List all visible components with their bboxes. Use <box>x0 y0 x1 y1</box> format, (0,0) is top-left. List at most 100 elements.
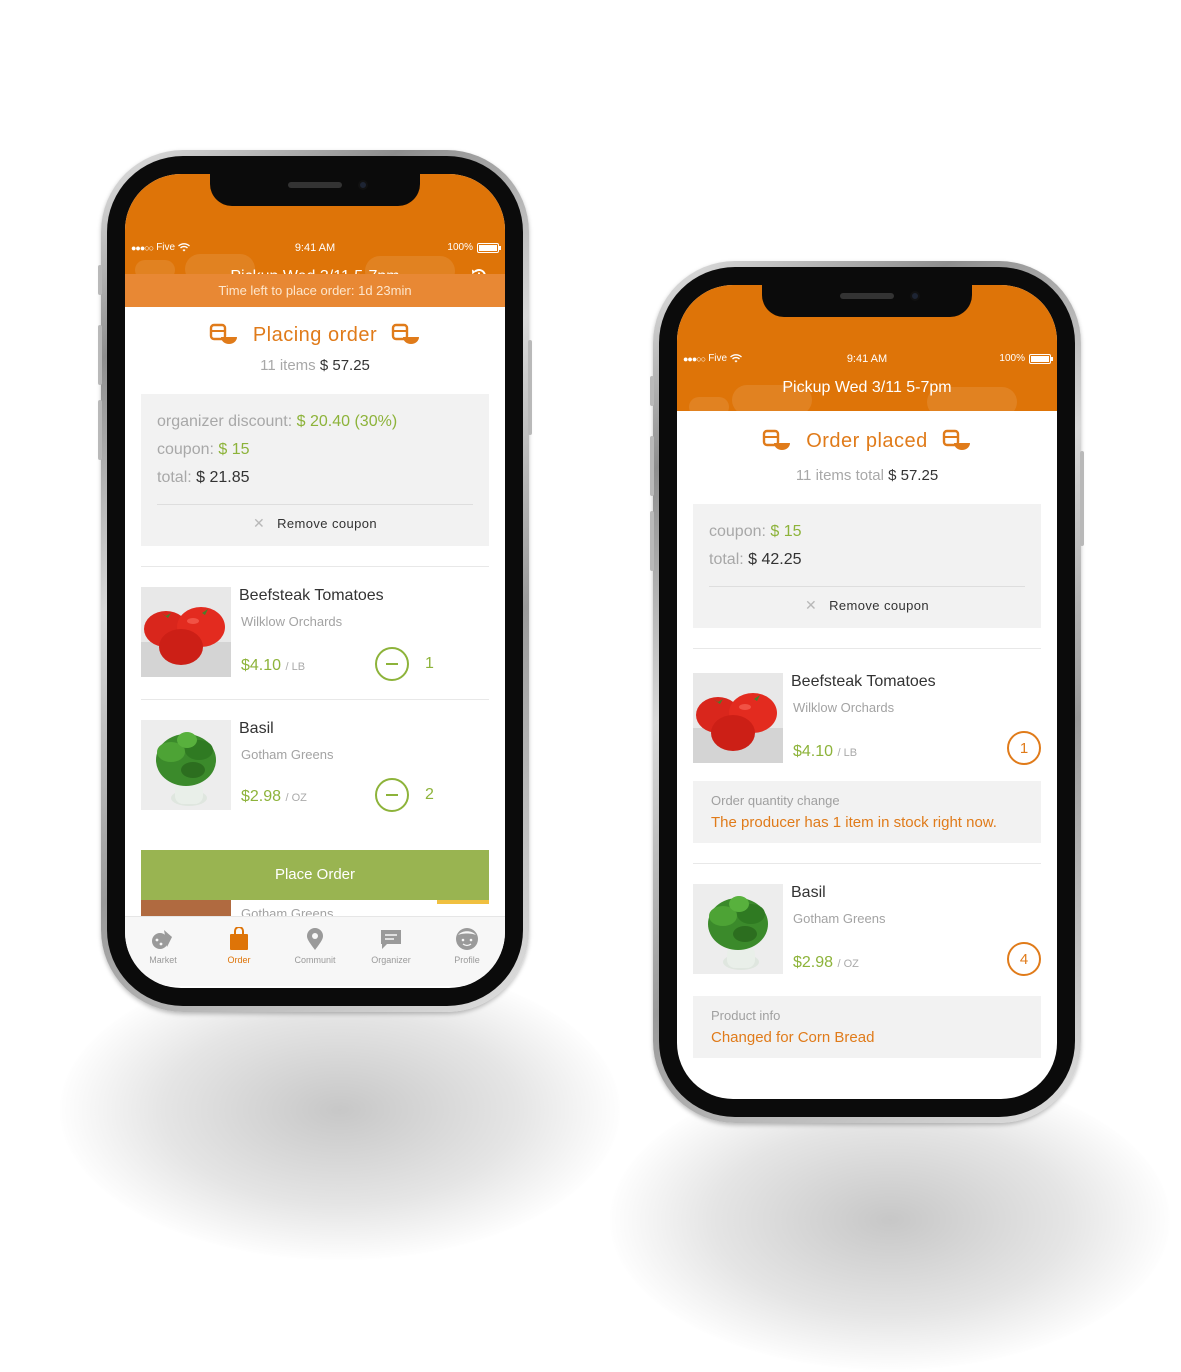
order-status-title: Order placed <box>806 429 928 452</box>
tab-bar: Market Order Communit Organizer Profile <box>125 916 505 986</box>
quantity-badge: 4 <box>1007 942 1041 976</box>
volume-down-button <box>98 400 102 460</box>
item-producer: Wilklow Orchards <box>793 700 895 715</box>
items-count: 11 items <box>260 357 316 374</box>
remove-coupon-button[interactable]: ✕ Remove coupon <box>709 597 1025 614</box>
bag-icon <box>230 927 248 950</box>
basil-image <box>693 884 783 974</box>
power-button <box>1080 451 1084 546</box>
notch <box>762 285 972 317</box>
order-summary: Placing order 11 items $ 57.25 <box>125 307 505 374</box>
item-unit: / OZ <box>837 958 859 970</box>
item-producer: Wilklow Orchards <box>241 614 343 629</box>
order-amount: $ 57.25 <box>319 357 370 374</box>
order-amount: $ 57.25 <box>888 467 939 484</box>
quantity-badge: 1 <box>1007 731 1041 765</box>
notice-text: Changed for Corn Bread <box>711 1029 875 1046</box>
order-summary: Order placed 11 items total $ 57.25 <box>677 411 1057 484</box>
item-unit: / LB <box>285 661 306 673</box>
tab-profile[interactable]: Profile <box>429 917 505 986</box>
close-icon: ✕ <box>252 515 266 531</box>
minus-icon <box>386 663 398 665</box>
item-price: $4.10 <box>241 657 282 674</box>
bowls-icon <box>762 429 791 450</box>
battery-status: 100% <box>447 242 501 253</box>
list-item: Basil Gotham Greens $2.98 / OZ 4 <box>693 864 1041 996</box>
item-unit: / OZ <box>285 792 307 804</box>
battery-percent: 100% <box>999 353 1025 364</box>
decrease-quantity-button[interactable] <box>375 647 409 681</box>
remove-coupon-label: Remove coupon <box>277 516 377 531</box>
tab-market[interactable]: Market <box>125 917 201 986</box>
volume-up-button <box>650 436 654 496</box>
list-item: Beefsteak Tomatoes Wilklow Orchards $4.1… <box>141 567 489 699</box>
total-label: total: <box>157 469 192 486</box>
discount-value: $ 20.40 (30%) <box>296 413 398 430</box>
tab-label: Market <box>149 955 177 965</box>
item-price: $2.98 <box>793 954 834 971</box>
divider <box>157 504 473 505</box>
item-unit: / LB <box>837 747 858 759</box>
item-name: Basil <box>239 720 274 737</box>
item-name: Basil <box>791 884 826 901</box>
location-pin-icon <box>307 928 323 950</box>
notice-label: Product info <box>711 1008 781 1023</box>
remove-coupon-label: Remove coupon <box>829 598 929 613</box>
market-icon <box>152 930 172 949</box>
item-producer: Gotham Greens <box>241 747 334 762</box>
chat-icon <box>381 930 401 949</box>
screen: ●●●○○ Five 9:41 AM 100% Pickup Wed 3/11 … <box>677 285 1057 1099</box>
discount-box: organizer discount: $ 20.40 (30%) coupon… <box>141 394 489 546</box>
volume-down-button <box>650 511 654 571</box>
tab-community[interactable]: Communit <box>277 917 353 986</box>
tab-label: Organizer <box>371 955 411 965</box>
tab-organizer[interactable]: Organizer <box>353 917 429 986</box>
place-order-button[interactable]: Place Order <box>141 850 489 900</box>
order-status-title: Placing order <box>252 323 378 346</box>
decrease-quantity-button[interactable] <box>375 778 409 812</box>
tab-order[interactable]: Order <box>201 917 277 986</box>
total-value: $ 21.85 <box>196 469 250 486</box>
item-producer: Gotham Greens <box>241 906 334 916</box>
remove-coupon-button[interactable]: ✕ Remove coupon <box>157 515 473 532</box>
notice-text: The producer has 1 item in stock right n… <box>711 814 997 831</box>
list-item: Basil Gotham Greens $2.98 / OZ 2 <box>141 700 489 832</box>
tab-label: Profile <box>454 955 480 965</box>
battery-icon <box>1029 353 1053 364</box>
notch <box>210 174 420 206</box>
next-item-peek: Gotham Greens <box>141 900 489 916</box>
speaker <box>840 293 894 299</box>
volume-up-button <box>98 325 102 385</box>
item-name: Beefsteak Tomatoes <box>239 587 384 604</box>
time-left-bar: Time left to place order: 1d 23min <box>125 274 505 307</box>
mute-switch <box>650 376 654 406</box>
battery-icon <box>477 242 501 253</box>
screen: ●●●○○ Five 9:41 AM 100% Pickup Wed 3/11 … <box>125 174 505 988</box>
discount-label: organizer discount: <box>157 413 293 430</box>
phone-placing-order: ●●●○○ Five 9:41 AM 100% Pickup Wed 3/11 … <box>98 150 532 1012</box>
close-icon: ✕ <box>804 597 818 613</box>
minus-icon <box>386 794 398 796</box>
coupon-value: $ 15 <box>218 441 250 458</box>
basil-image <box>141 720 231 810</box>
item-producer: Gotham Greens <box>793 911 886 926</box>
item-quantity: 2 <box>425 786 434 803</box>
list-item: Beefsteak Tomatoes Wilklow Orchards $4.1… <box>693 649 1041 781</box>
item-name: Beefsteak Tomatoes <box>791 673 936 690</box>
coupon-label: coupon: <box>709 523 766 540</box>
total-label: total: <box>709 551 744 568</box>
tomato-image <box>141 587 231 677</box>
item-quantity: 1 <box>425 655 434 672</box>
product-info-notice: Product info Changed for Corn Bread <box>693 996 1041 1058</box>
bowls-icon <box>391 323 420 344</box>
front-camera <box>910 291 920 301</box>
divider <box>709 586 1025 587</box>
items-count: 11 items total <box>795 467 884 484</box>
pickup-title: Pickup Wed 3/11 5-7pm <box>782 379 952 396</box>
profile-icon <box>456 928 478 950</box>
power-button <box>528 340 532 435</box>
phone-order-placed: ●●●○○ Five 9:41 AM 100% Pickup Wed 3/11 … <box>650 261 1084 1123</box>
front-camera <box>358 180 368 190</box>
discount-box: coupon: $ 15 total: $ 42.25 ✕ Remove cou… <box>693 504 1041 628</box>
tab-label: Order <box>227 955 251 965</box>
